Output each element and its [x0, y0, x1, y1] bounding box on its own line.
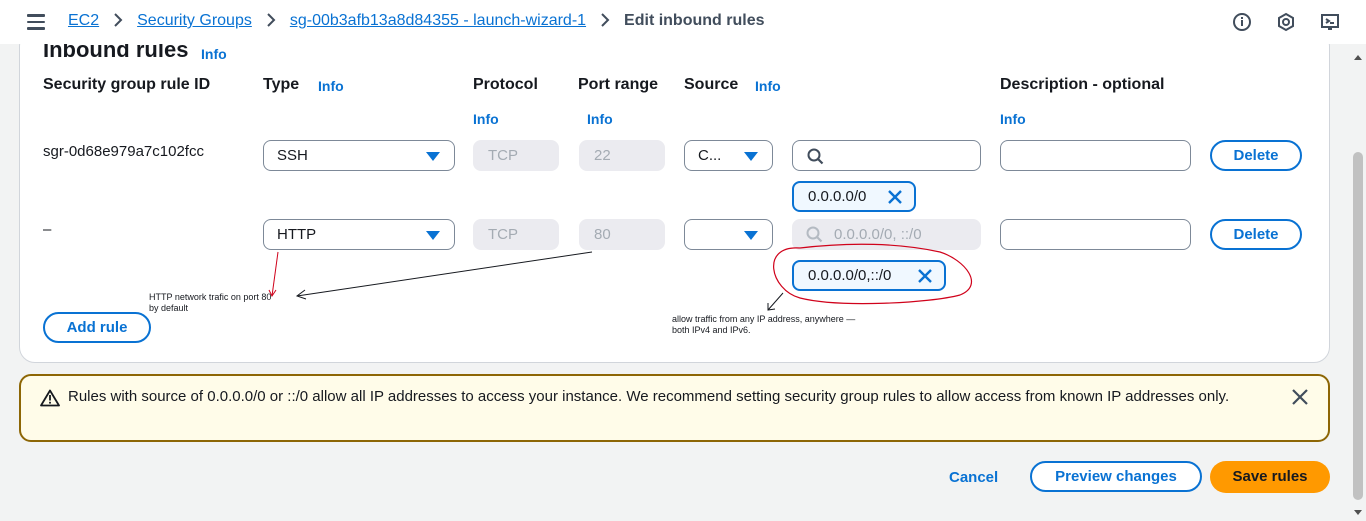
source-token: 0.0.0.0/0,::/0	[792, 260, 946, 291]
source-type-value: C...	[698, 147, 722, 164]
type-select-value: HTTP	[277, 226, 317, 243]
column-header-source: Source	[684, 76, 739, 93]
port-range-field: 80	[579, 219, 665, 250]
source-search-input[interactable]	[792, 140, 981, 171]
caret-down-icon	[426, 231, 440, 240]
add-rule-button[interactable]: Add rule	[43, 312, 151, 343]
caret-down-icon	[426, 152, 440, 161]
source-type-select[interactable]: C...	[684, 140, 773, 171]
info-circle-icon[interactable]	[1232, 12, 1252, 32]
top-navigation-bar: EC2 Security Groups sg-00b3afb13a8d84355…	[0, 0, 1366, 44]
type-info-link[interactable]: Info	[318, 78, 344, 94]
menu-hamburger-icon[interactable]	[27, 14, 45, 30]
warning-triangle-icon	[40, 389, 60, 407]
delete-rule-button[interactable]: Delete	[1210, 219, 1302, 250]
type-select-value: SSH	[277, 147, 308, 164]
rule-id: –	[43, 221, 52, 238]
protocol-field: TCP	[473, 140, 559, 171]
breadcrumb: EC2 Security Groups sg-00b3afb13a8d84355…	[68, 12, 764, 30]
port-range-info-link[interactable]: Info	[587, 111, 613, 127]
breadcrumb-current: Edit inbound rules	[624, 12, 765, 29]
scrollbar-thumb[interactable]	[1353, 152, 1363, 500]
annotation-http-note-line1: HTTP network trafic on port 80	[149, 292, 272, 302]
cloudshell-icon[interactable]	[1320, 12, 1340, 32]
warning-alert-text: Rules with source of 0.0.0.0/0 or ::/0 a…	[68, 388, 1230, 405]
remove-token-icon[interactable]	[887, 189, 903, 205]
section-info-link[interactable]: Info	[201, 46, 227, 62]
source-token-label: 0.0.0.0/0,::/0	[808, 267, 892, 284]
scroll-down-arrow-icon[interactable]	[1354, 510, 1362, 515]
port-range-field: 22	[579, 140, 665, 171]
caret-down-icon	[744, 231, 758, 240]
preview-changes-button[interactable]: Preview changes	[1030, 461, 1202, 492]
cancel-button[interactable]: Cancel	[949, 469, 998, 486]
source-search-input-disabled: 0.0.0.0/0, ::/0	[792, 219, 981, 250]
search-icon	[807, 148, 824, 165]
description-input[interactable]	[1000, 140, 1191, 171]
breadcrumb-security-groups[interactable]: Security Groups	[137, 12, 252, 30]
delete-rule-button[interactable]: Delete	[1210, 140, 1302, 171]
column-header-type: Type	[263, 76, 300, 93]
column-header-protocol: Protocol	[473, 76, 538, 93]
source-info-link[interactable]: Info	[755, 78, 781, 94]
breadcrumb-security-group[interactable]: sg-00b3afb13a8d84355 - launch-wizard-1	[290, 12, 586, 30]
scroll-up-arrow-icon[interactable]	[1354, 55, 1362, 60]
rule-id: sgr-0d68e979a7c102fcc	[43, 143, 204, 160]
chevron-right-icon	[113, 12, 123, 30]
caret-down-icon	[744, 152, 758, 161]
column-header-description: Description - optional	[1000, 76, 1165, 93]
chevron-right-icon	[600, 12, 610, 30]
save-rules-button[interactable]: Save rules	[1210, 461, 1330, 493]
annotation-http-note: HTTP network trafic on port 80 by defaul…	[149, 292, 271, 314]
breadcrumb-ec2[interactable]: EC2	[68, 12, 99, 30]
search-icon	[806, 226, 823, 243]
chevron-right-icon	[266, 12, 276, 30]
source-search-placeholder: 0.0.0.0/0, ::/0	[834, 226, 922, 243]
column-header-port-range: Port range	[578, 76, 659, 93]
remove-token-icon[interactable]	[917, 268, 933, 284]
protocol-info-link[interactable]: Info	[473, 111, 499, 127]
close-icon[interactable]	[1291, 388, 1309, 406]
warning-alert: Rules with source of 0.0.0.0/0 or ::/0 a…	[19, 374, 1330, 442]
annotation-source-note: allow traffic from any IP address, anywh…	[672, 314, 855, 336]
annotation-source-note-line2: both IPv4 and IPv6.	[672, 325, 751, 335]
column-header-rule-id: Security group rule ID	[43, 76, 211, 93]
source-token: 0.0.0.0/0	[792, 181, 916, 212]
annotation-http-note-line2: by default	[149, 303, 189, 313]
protocol-field: TCP	[473, 219, 559, 250]
type-select[interactable]: SSH	[263, 140, 455, 171]
description-info-link[interactable]: Info	[1000, 111, 1026, 127]
annotation-source-note-line1: allow traffic from any IP address, anywh…	[672, 314, 856, 324]
type-select[interactable]: HTTP	[263, 219, 455, 250]
description-input[interactable]	[1000, 219, 1191, 250]
source-token-label: 0.0.0.0/0	[808, 188, 867, 205]
source-type-select[interactable]	[684, 219, 773, 250]
settings-hexagon-icon[interactable]	[1276, 12, 1296, 32]
